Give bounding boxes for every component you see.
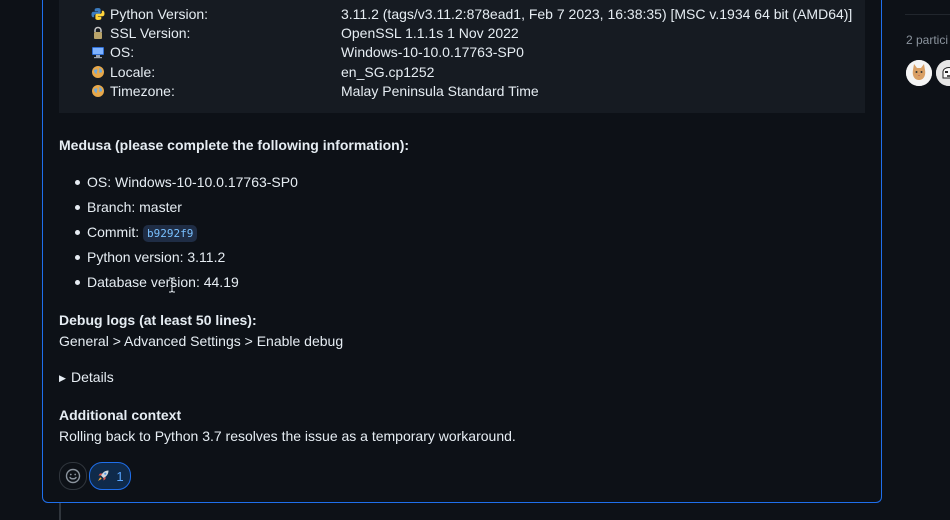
rocket-reaction-button[interactable]: 1 <box>89 462 131 490</box>
stormtrooper-avatar-icon <box>936 60 950 86</box>
globe-icon <box>92 66 104 78</box>
sysinfo-value: OpenSSL 1.1.1s 1 Nov 2022 <box>341 25 519 41</box>
list-item-text: Commit: <box>87 224 143 240</box>
sysinfo-label: Python Version: <box>110 6 209 22</box>
participants-label: 2 partici <box>906 33 949 47</box>
debug-logs-path: General > Advanced Settings > Enable deb… <box>59 333 344 349</box>
commit-hash-link[interactable]: b9292f9 <box>143 225 198 242</box>
add-reaction-button[interactable] <box>59 462 87 490</box>
sysinfo-value: en_SG.cp1252 <box>341 64 435 80</box>
timeline-connector <box>59 503 61 520</box>
bullet <box>75 230 80 235</box>
sysinfo-value: Malay Peninsula Standard Time <box>341 83 539 99</box>
sysinfo-label: Locale: <box>110 64 156 80</box>
cat-avatar-icon <box>906 60 932 86</box>
bullet <box>75 280 80 285</box>
list-item-text: Python version: 3.11.2 <box>87 249 226 265</box>
sysinfo-value: 3.11.2 (tags/v3.11.2:878ead1, Feb 7 2023… <box>341 6 853 22</box>
rocket-icon <box>98 470 109 481</box>
medusa-info-list: OS: Windows-10-10.0.17763-SP0 Branch: ma… <box>59 170 298 295</box>
list-item: Branch: master <box>59 195 298 220</box>
bullet <box>75 180 80 185</box>
list-item-text: OS: Windows-10-10.0.17763-SP0 <box>87 174 298 190</box>
python-icon <box>91 8 105 20</box>
triangle-right-icon: ▶ <box>59 373 66 383</box>
sysinfo-label: SSL Version: <box>110 25 191 41</box>
sidebar-divider <box>905 14 950 15</box>
text-cursor-icon <box>169 277 175 293</box>
list-item: Database version: 44.19 <box>59 270 298 295</box>
globe-icon <box>92 85 104 97</box>
details-label: Details <box>71 369 114 385</box>
medusa-heading: Medusa (please complete the following in… <box>59 137 410 153</box>
participant-avatar[interactable] <box>936 60 950 86</box>
rocket-reaction-count: 1 <box>116 468 124 484</box>
bullet <box>75 255 80 260</box>
additional-context-text: Rolling back to Python 3.7 resolves the … <box>59 428 516 444</box>
debug-logs-heading: Debug logs (at least 50 lines): <box>59 312 257 328</box>
participant-avatar[interactable] <box>906 60 932 86</box>
smiley-icon <box>65 468 81 484</box>
windows-icon <box>92 47 104 59</box>
lock-icon <box>94 26 102 39</box>
system-info-block: Python Version: 3.11.2 (tags/v3.11.2:878… <box>59 0 865 113</box>
bullet <box>75 205 80 210</box>
sysinfo-label: Timezone: <box>110 83 175 99</box>
list-item-text: Branch: master <box>87 199 182 215</box>
list-item: OS: Windows-10-10.0.17763-SP0 <box>59 170 298 195</box>
details-toggle[interactable]: ▶ Details <box>59 369 114 385</box>
list-item-text: Database version: 44.19 <box>87 274 239 290</box>
additional-context-heading: Additional context <box>59 407 182 423</box>
list-item: Commit: b9292f9 <box>59 220 298 245</box>
list-item: Python version: 3.11.2 <box>59 245 298 270</box>
sysinfo-label: OS: <box>110 44 135 60</box>
sysinfo-value: Windows-10-10.0.17763-SP0 <box>341 44 524 60</box>
